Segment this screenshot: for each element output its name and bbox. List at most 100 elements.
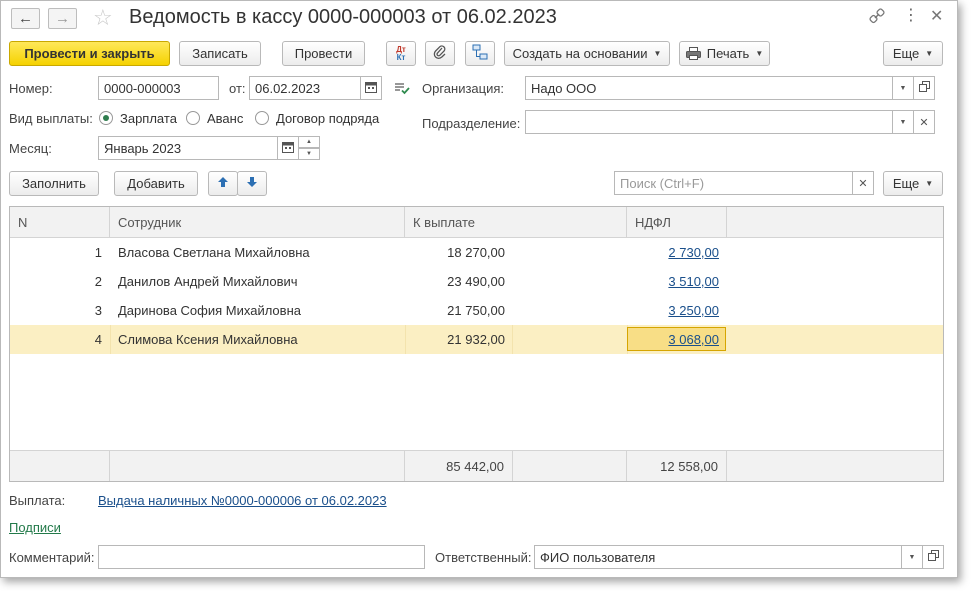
link-icon[interactable] — [869, 7, 885, 25]
add-button[interactable]: Добавить — [114, 171, 198, 196]
structure-button[interactable] — [465, 41, 495, 66]
cell-ndfl[interactable]: 3 250,00 — [627, 296, 727, 325]
responsible-dropdown-button[interactable]: ▼ — [901, 545, 923, 569]
radio-advance[interactable] — [186, 111, 200, 125]
document-window: ← → ☆ Ведомость в кассу 0000-000003 от 0… — [0, 0, 958, 578]
footer-cell-empty — [10, 451, 110, 481]
date-field[interactable]: 06.02.2023 — [249, 76, 361, 100]
table-row-selected[interactable]: 4 Слимова Ксения Михайловна 21 932,00 3 … — [10, 325, 943, 354]
forward-button[interactable]: → — [48, 8, 77, 29]
month-calendar-button[interactable] — [277, 136, 299, 160]
save-button[interactable]: Записать — [179, 41, 261, 66]
radio-salary-label[interactable]: Зарплата — [120, 111, 177, 126]
favorite-star-icon[interactable]: ☆ — [93, 5, 113, 31]
responsible-label: Ответственный: — [435, 550, 532, 565]
arrow-up-icon — [217, 176, 229, 191]
total-pay: 85 442,00 — [405, 451, 513, 481]
cell-pay: 21 750,00 — [447, 303, 505, 318]
calendar-icon — [365, 81, 377, 96]
cell-n: 2 — [94, 274, 102, 289]
month-field[interactable]: Январь 2023 — [98, 136, 278, 160]
arrow-right-icon: → — [55, 10, 70, 27]
cell-ndfl[interactable]: 3 068,00 — [627, 325, 727, 354]
radio-advance-label[interactable]: Аванс — [207, 111, 243, 126]
printer-icon — [685, 47, 701, 60]
organization-label: Организация: — [422, 81, 505, 96]
comment-field[interactable] — [98, 545, 425, 569]
move-up-button[interactable] — [208, 171, 238, 196]
radio-salary[interactable] — [99, 111, 113, 125]
payment-label: Выплата: — [9, 493, 66, 508]
column-header-employee[interactable]: Сотрудник — [110, 207, 405, 237]
clear-icon: ✕ — [858, 177, 868, 190]
attach-button[interactable] — [425, 41, 455, 66]
month-decrement-button[interactable]: ▼ — [298, 148, 320, 160]
caret-up-icon: ▲ — [306, 139, 312, 145]
table-row[interactable]: 1 Власова Светлана Михайловна 18 270,00 … — [10, 238, 943, 267]
cell-ndfl[interactable]: 2 730,00 — [627, 238, 727, 267]
move-down-button[interactable] — [237, 171, 267, 196]
more-actions-icon[interactable]: ⋮ — [903, 8, 919, 24]
footer-cell-empty — [513, 451, 627, 481]
responsible-open-button[interactable] — [922, 545, 944, 569]
document-check-icon[interactable] — [394, 81, 410, 98]
chevron-down-icon: ▼ — [899, 118, 907, 126]
radio-contract-label[interactable]: Договор подряда — [276, 111, 379, 126]
cell-n: 1 — [94, 245, 102, 260]
column-header-n[interactable]: N — [10, 207, 110, 237]
department-field[interactable] — [525, 110, 894, 134]
column-header-pay[interactable]: К выплате — [405, 207, 627, 237]
month-increment-button[interactable]: ▲ — [298, 136, 320, 148]
close-icon[interactable]: ✕ — [930, 6, 943, 26]
cell-ndfl[interactable]: 3 510,00 — [627, 267, 727, 296]
post-and-close-button[interactable]: Провести и закрыть — [9, 41, 170, 66]
clear-icon: ✕ — [919, 116, 929, 129]
dropdown-caret-icon: ▼ — [755, 49, 764, 58]
search-input[interactable]: Поиск (Ctrl+F) — [614, 171, 854, 195]
post-button[interactable]: Провести — [282, 41, 365, 66]
number-field[interactable]: 0000-000003 — [98, 76, 219, 100]
column-header-ndfl[interactable]: НДФЛ — [627, 207, 727, 237]
footer-cell-empty — [110, 451, 405, 481]
table-row[interactable]: 3 Даринова София Михайловна 21 750,00 3 … — [10, 296, 943, 325]
dropdown-caret-icon: ▼ — [925, 179, 934, 188]
table-footer: 85 442,00 12 558,00 — [10, 450, 943, 481]
back-button[interactable]: ← — [11, 8, 40, 29]
calendar-button[interactable] — [360, 76, 382, 100]
caret-down-icon: ▼ — [306, 151, 312, 157]
table-row[interactable]: 2 Данилов Андрей Михайлович 23 490,00 3 … — [10, 267, 943, 296]
department-clear-button[interactable]: ✕ — [913, 110, 935, 134]
calendar-icon — [282, 141, 294, 156]
responsible-field[interactable]: ФИО пользователя — [534, 545, 904, 569]
fill-button[interactable]: Заполнить — [9, 171, 99, 196]
open-in-window-icon — [927, 550, 939, 564]
structure-icon — [472, 44, 488, 63]
table-header: N Сотрудник К выплате НДФЛ — [10, 207, 943, 238]
table-more-button[interactable]: Еще ▼ — [883, 171, 943, 196]
organization-open-button[interactable] — [913, 76, 935, 100]
chevron-down-icon: ▼ — [908, 553, 916, 561]
payment-type-label: Вид выплаты: — [9, 111, 93, 126]
number-label: Номер: — [9, 81, 53, 96]
print-button[interactable]: Печать ▼ — [679, 41, 770, 66]
organization-field[interactable]: Надо ООО — [525, 76, 894, 100]
date-label: от: — [229, 81, 246, 96]
department-dropdown-button[interactable]: ▼ — [892, 110, 914, 134]
radio-contract[interactable] — [255, 111, 269, 125]
create-based-on-button[interactable]: Создать на основании ▼ — [504, 41, 670, 66]
dt-kt-icon: Дт Кт — [396, 44, 406, 62]
employees-table: N Сотрудник К выплате НДФЛ 1 Власова Све… — [9, 206, 944, 482]
more-button[interactable]: Еще ▼ — [883, 41, 943, 66]
signatures-link[interactable]: Подписи — [9, 520, 61, 535]
window-title: Ведомость в кассу 0000-000003 от 06.02.2… — [129, 6, 557, 28]
chevron-down-icon: ▼ — [899, 84, 907, 92]
cell-employee: Слимова Ксения Михайловна — [118, 332, 298, 347]
total-ndfl: 12 558,00 — [627, 451, 727, 481]
dropdown-caret-icon: ▼ — [653, 49, 662, 58]
cell-employee: Власова Светлана Михайловна — [118, 245, 310, 260]
open-in-window-icon — [918, 81, 930, 95]
payment-document-link[interactable]: Выдача наличных №0000-000006 от 06.02.20… — [98, 493, 387, 508]
search-clear-button[interactable]: ✕ — [852, 171, 874, 195]
organization-dropdown-button[interactable]: ▼ — [892, 76, 914, 100]
dt-kt-button[interactable]: Дт Кт — [386, 41, 416, 66]
